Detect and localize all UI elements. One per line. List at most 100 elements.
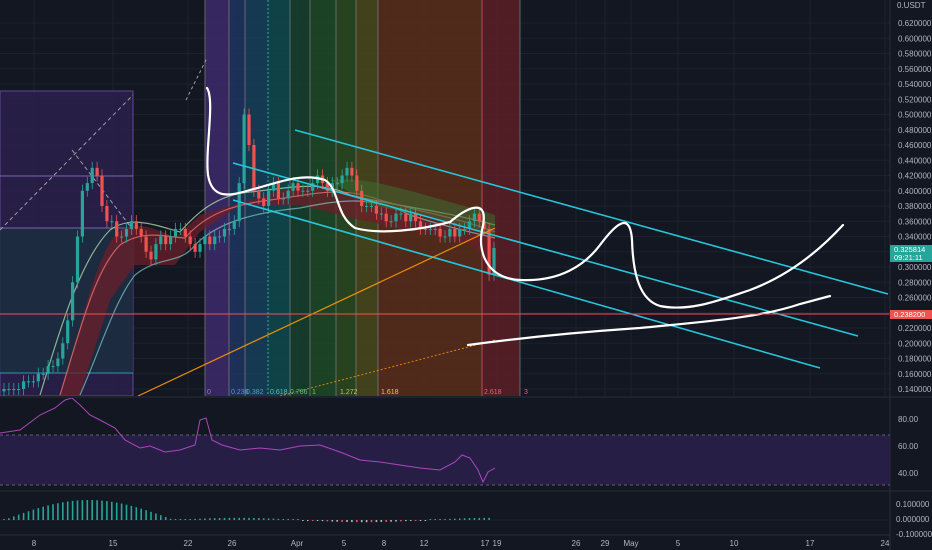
candle-body	[71, 282, 75, 321]
histogram-bar	[66, 501, 69, 520]
histogram-axis: 0.100000 0.000000 -0.100000	[896, 500, 932, 539]
histogram-bar	[365, 520, 368, 523]
candle-body	[365, 206, 369, 207]
histogram-bar	[356, 520, 358, 523]
histogram-bar	[277, 518, 280, 520]
histogram-bar	[223, 517, 226, 520]
time-tick-label: 12	[420, 539, 429, 548]
histogram-bar	[76, 500, 79, 520]
candle-body	[213, 236, 217, 245]
histogram-bar	[37, 508, 40, 520]
candle-body	[296, 183, 300, 191]
histogram-bar	[96, 500, 98, 520]
time-tick-label: 26	[228, 539, 237, 548]
price-tick-label: 0.600000	[898, 34, 932, 43]
histogram-bar	[370, 520, 373, 523]
candle-body	[340, 175, 344, 184]
histogram-bar	[22, 512, 25, 520]
histogram-bar	[297, 519, 299, 520]
histogram-bar	[204, 518, 206, 520]
candle-body	[154, 244, 158, 260]
histogram-bar	[292, 519, 294, 520]
histogram-bar	[62, 502, 64, 520]
fib-zone-label: 0	[207, 389, 211, 396]
candle-body	[110, 221, 114, 223]
histogram-bar	[130, 505, 133, 520]
histogram-bar	[336, 520, 338, 522]
candle-body	[149, 251, 153, 260]
histogram-bar	[429, 519, 432, 520]
candle-body	[120, 236, 124, 238]
histogram-bar	[57, 503, 59, 520]
histogram-bar	[106, 501, 108, 520]
histogram-bar	[316, 520, 319, 521]
candle-body	[350, 167, 354, 176]
price-tick-label: 0.500000	[898, 111, 932, 120]
price-tick-label: 0.420000	[898, 172, 932, 181]
histogram-bar	[150, 511, 152, 520]
candle-body	[247, 114, 251, 145]
candle-body	[124, 228, 129, 237]
histogram-bar	[380, 520, 383, 523]
fib-zone-label: 3	[524, 389, 528, 396]
candle-body	[291, 183, 295, 191]
candle-body	[31, 381, 35, 383]
candle-body	[262, 198, 266, 206]
price-tick-label: 0.580000	[898, 50, 932, 59]
price-tick-label: 0.380000	[898, 202, 932, 211]
candle-body	[438, 228, 442, 237]
histogram-bar	[302, 520, 304, 521]
candle-body	[409, 213, 413, 222]
candle-body	[2, 389, 6, 392]
candle-body	[90, 167, 94, 184]
histogram-bar	[473, 517, 476, 520]
candle-body	[85, 183, 89, 191]
hist-tick-label: 0.000000	[896, 515, 930, 524]
histogram-bar	[331, 520, 334, 522]
histogram-bar	[483, 517, 485, 520]
histogram-bar	[253, 517, 255, 520]
time-tick-label: 29	[601, 539, 610, 548]
histogram-bar	[311, 520, 314, 521]
histogram-bar	[47, 505, 49, 520]
histogram-bar	[120, 503, 123, 520]
time-tick-label: 10	[730, 539, 739, 548]
candle-body	[423, 228, 427, 230]
histogram-bar	[32, 509, 35, 520]
candle-body	[41, 373, 45, 375]
price-tick-label: 0.480000	[898, 126, 932, 135]
histogram-bar	[468, 518, 471, 520]
time-tick-label: 22	[184, 539, 193, 548]
histogram-bar	[400, 520, 402, 522]
candle-body	[115, 221, 119, 237]
trading-chart[interactable]: 0 0.2360.382 0.618 0.786 1 1.272 1.618 2.618 3 0…	[0, 0, 932, 550]
rsi-tick-label: 80.00	[898, 415, 919, 424]
candle-body	[26, 381, 31, 383]
histogram-bar	[160, 515, 162, 520]
fib-zone-label: 1	[312, 389, 316, 396]
histogram-bar	[111, 501, 113, 520]
candle-body	[193, 244, 197, 252]
price-tick-label: 0.560000	[898, 65, 932, 74]
time-tick-label: 26	[572, 539, 581, 548]
candle-body	[183, 228, 187, 237]
price-tick-label: 0.160000	[898, 370, 932, 379]
histogram-bar	[174, 519, 177, 520]
candle-body	[36, 373, 40, 382]
histogram-bar	[135, 507, 138, 520]
candle-body	[232, 221, 236, 229]
histogram-bar	[439, 519, 441, 520]
histogram-bar	[375, 520, 378, 523]
histogram-bar	[272, 518, 275, 520]
histogram-bar	[248, 517, 250, 520]
histogram-bar	[488, 517, 490, 520]
histogram-bar	[81, 500, 84, 520]
currency-label: 0.USDT	[897, 1, 926, 10]
price-tick-label: 0.400000	[898, 187, 932, 196]
histogram-bar	[458, 518, 461, 520]
histogram-bar	[199, 518, 201, 520]
histogram-bar	[140, 508, 142, 520]
candle-body	[46, 366, 50, 374]
candle-body	[22, 381, 26, 389]
histogram-bar	[419, 520, 422, 521]
